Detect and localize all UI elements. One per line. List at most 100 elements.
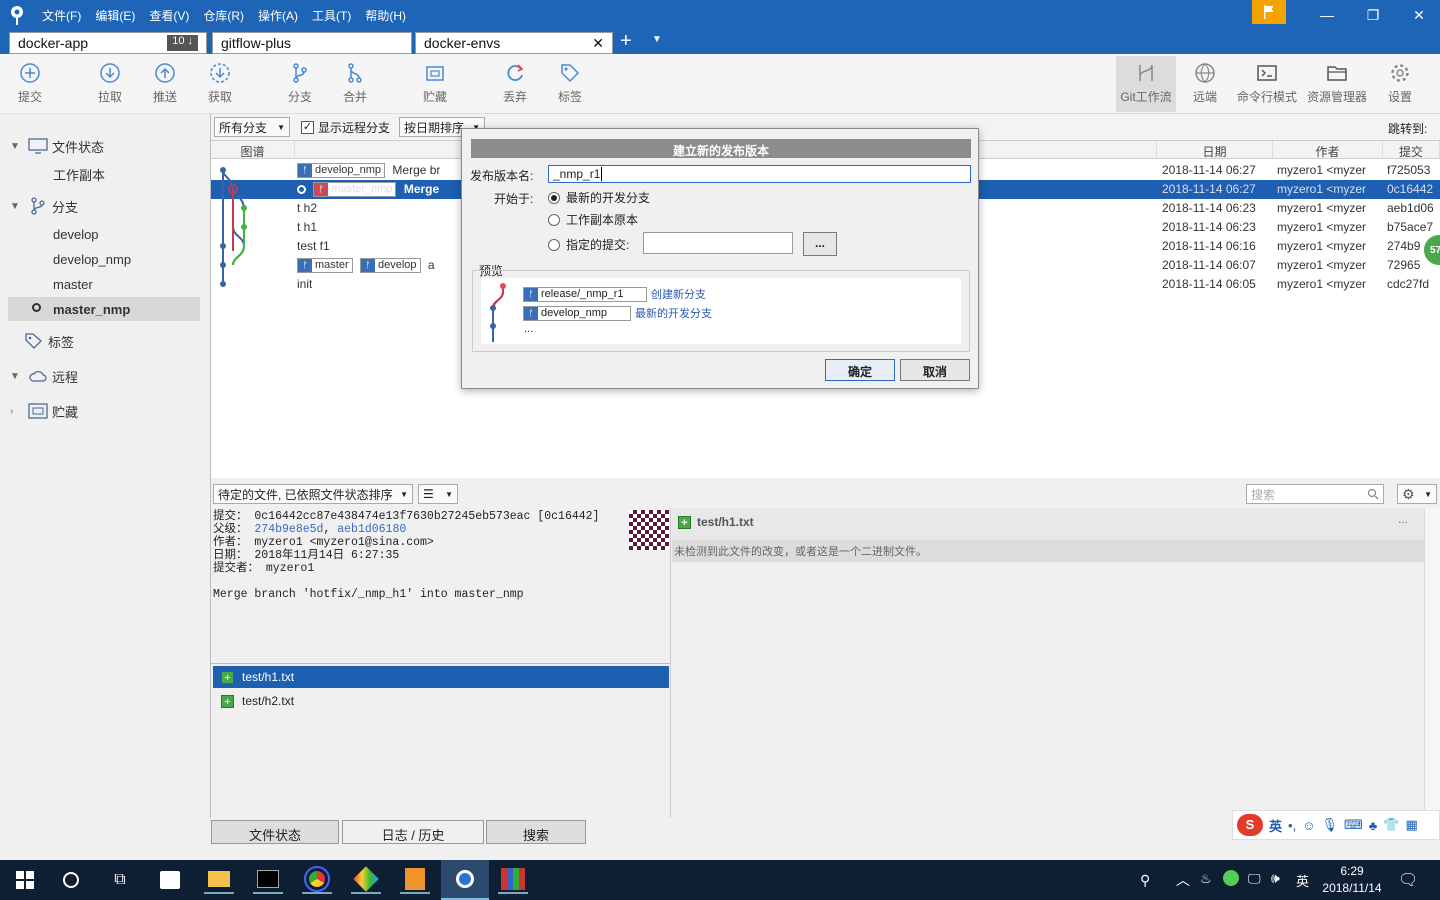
radio-unchecked-icon[interactable] [548,238,560,251]
menu-actions[interactable]: 操作(A) [258,7,298,24]
tab-dropdown-icon[interactable]: ▼ [652,34,662,45]
clock[interactable]: 6:29 2018/11/14 [1316,863,1388,897]
chevron-down-icon[interactable]: ▼ [10,201,24,212]
network-icon[interactable]: 🖵 [1248,871,1261,887]
cancel-button[interactable]: 取消 [900,359,970,381]
settings-button[interactable]: 设置 [1372,62,1428,110]
emoji-icon[interactable]: ☺ [1302,818,1315,833]
ime-lang[interactable]: 英 [1269,816,1282,835]
file-item[interactable]: + test/h2.txt [213,690,669,712]
tab-log-history[interactable]: 日志 / 历史 [342,820,484,844]
column-commit[interactable]: 提交 [1383,141,1440,159]
tray-green-icon[interactable] [1223,870,1239,886]
radio-specific-commit[interactable]: 指定的提交: [548,236,629,253]
parent-link[interactable]: 274b9e8e5d [254,523,323,536]
notification-center-icon[interactable]: 🗨 [1398,870,1418,890]
radio-working-copy[interactable]: 工作副本原本 [548,211,638,228]
terminal-button[interactable]: 命令行模式 [1236,62,1298,110]
sidebar-item-master-nmp[interactable]: master_nmp [8,297,200,321]
ime-indicator[interactable]: 英 [1296,871,1309,890]
tab-search[interactable]: 搜索 [486,820,586,844]
sidebar-item-develop[interactable]: develop [0,222,210,246]
push-button[interactable]: 推送 [137,62,193,110]
menu-repository[interactable]: 仓库(R) [203,7,244,24]
diff-menu-button[interactable]: ... [1398,512,1408,526]
close-window-button[interactable]: ✕ [1396,0,1440,30]
sogou-logo-icon[interactable]: S [1237,814,1263,836]
commit-button[interactable]: 提交 [2,62,58,110]
search-input[interactable]: 搜索 [1246,484,1384,504]
remote-button[interactable]: 远端 [1177,62,1233,110]
release-name-input[interactable]: _nmp_r1 [548,165,971,183]
maximize-button[interactable]: ❐ [1350,0,1396,30]
commit-input[interactable] [643,232,793,254]
merge-button[interactable]: 合并 [327,62,383,110]
show-remote-checkbox[interactable]: ✓ 显示远程分支 [301,119,390,136]
tray-app-icon[interactable]: ♨ [1200,871,1212,887]
tab-docker-envs[interactable]: docker-envs ✕ [415,32,613,54]
fetch-button[interactable]: 获取 [192,62,248,110]
flag-button[interactable] [1252,0,1286,24]
sidebar-tags-header[interactable]: 标签 [0,329,210,353]
branch-button[interactable]: 分支 [272,62,328,110]
minimize-button[interactable]: — [1304,0,1350,30]
git-tool-icon[interactable] [351,866,381,894]
chevron-down-icon[interactable]: ▼ [10,141,24,152]
microphone-icon[interactable]: 🎙 [1321,817,1338,833]
tag-button[interactable]: 标签 [542,62,598,110]
tab-file-status[interactable]: 文件状态 [211,820,339,844]
chrome-icon[interactable] [302,866,332,894]
people-icon[interactable]: ⚲ [1140,872,1150,889]
winrar-icon[interactable] [498,866,528,894]
menu-help[interactable]: 帮助(H) [365,7,406,24]
radio-checked-icon[interactable] [548,191,560,204]
sublime-icon[interactable] [400,866,430,894]
chevron-down-icon[interactable]: ▼ [10,371,24,382]
menu-tools[interactable]: 工具(T) [312,7,351,24]
cortana-icon[interactable] [56,866,86,894]
store-icon[interactable] [155,866,185,894]
branch-filter-select[interactable]: 所有分支 ▼ [214,117,290,137]
pull-button[interactable]: 拉取 [82,62,138,110]
sidebar-item-master[interactable]: master [0,272,210,296]
sidebar-item-develop-nmp[interactable]: develop_nmp [0,247,210,271]
punctuation-icon[interactable]: •, [1288,818,1296,833]
tray-expand-icon[interactable]: ︿ [1176,870,1190,890]
file-explorer-icon[interactable] [204,866,234,894]
radio-latest-develop[interactable]: 最新的开发分支 [548,189,650,206]
shirt-icon[interactable]: 👕 [1383,817,1399,833]
sidebar-file-status-header[interactable]: ▼ 文件状态 [0,134,210,158]
windows-start-icon[interactable] [10,866,40,894]
add-tab-button[interactable]: + [620,30,640,54]
sidebar-item-working-copy[interactable]: 工作副本 [0,162,210,186]
browse-commit-button[interactable]: ... [803,232,837,256]
skin-icon[interactable]: ♣ [1369,818,1378,833]
diff-scrollbar[interactable] [1424,508,1440,818]
sidebar-remote-header[interactable]: ▼ 远程 [0,364,210,388]
tab-gitflow-plus[interactable]: gitflow-plus [212,32,412,54]
explorer-button[interactable]: 资源管理器 [1306,62,1368,110]
stash-button[interactable]: 贮藏 [407,62,463,110]
tab-docker-app[interactable]: docker-app 10 ↓ [9,32,207,54]
close-tab-icon[interactable]: ✕ [592,35,604,51]
column-author[interactable]: 作者 [1273,141,1383,159]
menu-file[interactable]: 文件(F) [42,7,81,24]
cmd-icon[interactable] [253,866,283,894]
discard-button[interactable]: 丢弃 [487,62,543,110]
chevron-right-icon[interactable]: › [10,406,24,417]
ok-button[interactable]: 确定 [825,359,895,381]
task-view-icon[interactable]: ⧉ [105,866,135,894]
grid-icon[interactable]: ▦ [1405,817,1417,833]
file-sort-select[interactable]: 待定的文件, 已依照文件状态排序 ▼ [213,484,413,504]
menu-edit[interactable]: 编辑(E) [95,7,135,24]
diff-options-button[interactable]: ⚙ ▼ [1397,484,1437,504]
menu-view[interactable]: 查看(V) [149,7,189,24]
sidebar-branches-header[interactable]: ▼ 分支 [0,194,210,218]
column-graph[interactable]: 图谱 [211,141,295,159]
gitflow-button[interactable]: Git工作流 [1116,56,1176,112]
radio-unchecked-icon[interactable] [548,213,560,226]
checkbox-checked-icon[interactable]: ✓ [301,121,314,134]
parent-link[interactable]: aeb1d06180 [337,523,406,536]
volume-icon[interactable]: 🕪 [1271,870,1280,887]
file-item[interactable]: + test/h1.txt [213,666,669,688]
